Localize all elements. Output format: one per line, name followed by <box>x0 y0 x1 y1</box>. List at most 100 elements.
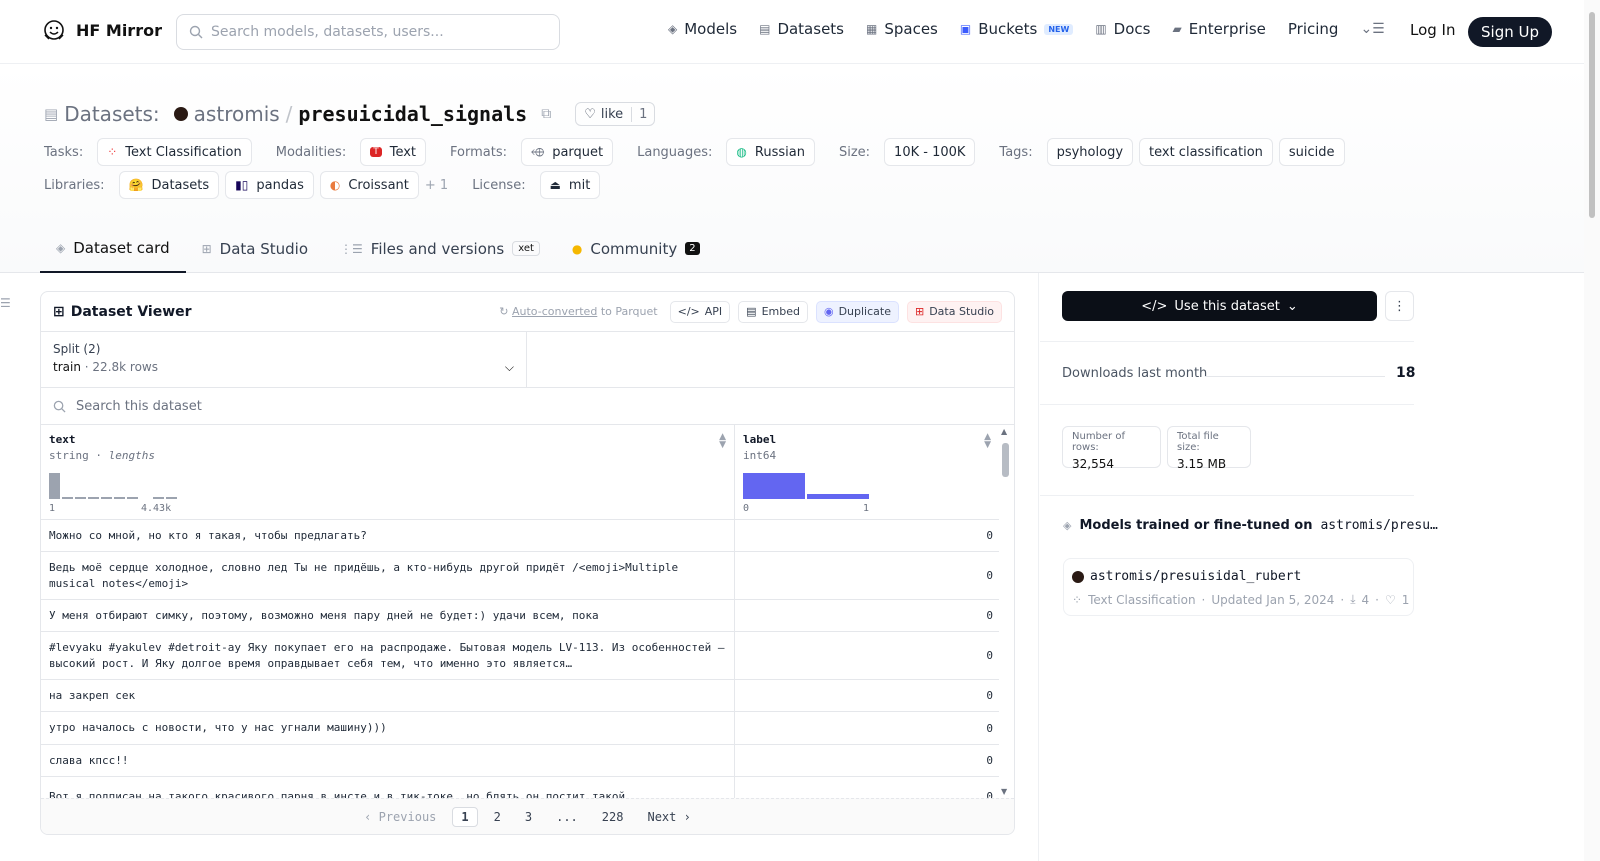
tag-format[interactable]: ⬲ parquet <box>520 138 614 166</box>
split-selector[interactable]: Split (2) train · 22.8k rows ⌵ <box>41 332 527 387</box>
nav-docs[interactable]: ▥ Docs <box>1095 20 1150 38</box>
embed-icon: ▤ <box>746 305 757 318</box>
duplicate-button[interactable]: ◉ Duplicate <box>815 300 899 323</box>
table-row[interactable]: #levyaku #yakulev #detroit-ay Яку покупа… <box>41 632 999 680</box>
cell-text: утро началось с новости, что у нас угнал… <box>49 721 387 734</box>
nav-models[interactable]: ◈ Models <box>668 20 737 38</box>
pager-page[interactable]: 1 <box>452 806 478 827</box>
nav-pricing[interactable]: Pricing <box>1288 20 1339 38</box>
tag-library-label: pandas <box>256 177 304 193</box>
like-count: 1 <box>631 106 654 122</box>
tab-files[interactable]: ⋮☰ Files and versions xet <box>324 224 556 273</box>
copy-icon[interactable]: ⧉ <box>541 106 551 122</box>
tab-community[interactable]: ● Community 2 <box>556 224 716 273</box>
histogram-bar[interactable] <box>127 496 138 499</box>
tab-data-studio[interactable]: ⊞ Data Studio <box>186 224 324 273</box>
nav-spaces[interactable]: ▦ Spaces <box>866 20 938 38</box>
community-icon: ● <box>571 241 583 256</box>
histogram-bar[interactable] <box>88 496 99 499</box>
table-row[interactable]: Можно со мной, но кто я такая, чтобы пре… <box>41 520 999 552</box>
histogram-bar[interactable] <box>62 496 73 499</box>
pager-page[interactable]: 2 <box>486 808 509 826</box>
tag-library[interactable]: ▮▯ pandas <box>225 171 314 199</box>
table-row[interactable]: слава кпсс!! 0 <box>41 745 999 777</box>
owner-avatar <box>173 107 188 121</box>
pager-previous[interactable]: ‹ Previous <box>356 808 444 826</box>
tab-community-label: Community <box>590 239 678 258</box>
api-button[interactable]: </> API <box>669 300 731 323</box>
stat-label: Number of rows: <box>1072 431 1125 453</box>
stat-label: Total file size: <box>1177 431 1219 453</box>
table-row[interactable]: Ведь моё сердце холодное, словно лед Ты … <box>41 552 999 600</box>
sidebar-toggle-icon[interactable]: ☰ <box>0 296 11 310</box>
repo-owner[interactable]: astromis <box>194 102 280 126</box>
page-scrollbar-thumb[interactable] <box>1589 12 1595 218</box>
hist-axis-min: 0 <box>743 503 750 514</box>
tag-modality[interactable]: T Text <box>360 138 427 166</box>
scrollbar-thumb[interactable] <box>1002 443 1009 477</box>
repo-name[interactable]: presuicidal_signals <box>298 102 527 126</box>
tag-task[interactable]: ⁘ Text Classification <box>97 138 252 166</box>
tag-language[interactable]: ◍ Russian <box>726 138 815 166</box>
sort-icon[interactable]: ▲ ▼ <box>984 433 991 450</box>
sort-icon[interactable]: ▲ ▼ <box>719 433 726 450</box>
repo-kind[interactable]: Datasets: <box>64 102 159 126</box>
nav-datasets[interactable]: ▤ Datasets <box>759 20 844 38</box>
tag-license[interactable]: ⏏ mit <box>539 171 601 199</box>
login-link[interactable]: Log In <box>1410 21 1456 39</box>
scroll-down-icon[interactable]: ▼ <box>1001 787 1007 796</box>
tag-size[interactable]: 10K - 100K <box>884 138 976 166</box>
nav-more[interactable]: ⌄☰ <box>1360 21 1384 37</box>
column-header-text[interactable]: text string · lengths ▲ ▼ 1 4.43k <box>41 425 735 520</box>
model-card[interactable]: astromis/presuisidal_rubert ⁘ Text Class… <box>1063 558 1414 616</box>
nav-buckets[interactable]: ▣ Buckets NEW <box>960 20 1074 38</box>
like-button[interactable]: ♡ like 1 <box>575 102 656 126</box>
histogram-bar[interactable] <box>807 494 869 499</box>
histogram-bar[interactable] <box>166 496 177 499</box>
pager-page[interactable]: 3 <box>517 808 540 826</box>
histogram-bar[interactable] <box>75 496 86 499</box>
table-row[interactable]: Вот я подписан на такого красивого парня… <box>41 777 999 798</box>
more-options-button[interactable]: ⋮ <box>1385 291 1414 321</box>
brand[interactable]: HF Mirror <box>42 18 162 42</box>
table-row[interactable]: на закреп сек 0 <box>41 680 999 712</box>
column-header-label[interactable]: label int64 ▲ ▼ 0 1 <box>735 425 999 520</box>
histogram-bar[interactable] <box>114 496 125 499</box>
embed-button[interactable]: ▤ Embed <box>738 300 808 323</box>
tag-item[interactable]: psyhology <box>1046 138 1134 166</box>
pager-page[interactable]: 228 <box>594 808 632 826</box>
nav-enterprise-label: Enterprise <box>1188 20 1266 38</box>
cell-label: 0 <box>986 569 993 582</box>
nav-models-label: Models <box>684 20 738 38</box>
tag-item-label: suicide <box>1288 144 1335 160</box>
model-updated: Updated Jan 5, 2024 <box>1211 592 1335 607</box>
nav-enterprise[interactable]: ▰ Enterprise <box>1172 20 1265 38</box>
dataset-search-input[interactable] <box>76 398 476 414</box>
global-search[interactable] <box>176 14 560 50</box>
histogram-bar[interactable] <box>743 473 805 499</box>
histogram-bar[interactable] <box>153 496 164 499</box>
tab-dataset-card[interactable]: ◈ Dataset card <box>40 224 186 273</box>
histogram-bar[interactable] <box>49 473 60 499</box>
auto-converted-link[interactable]: Auto-converted <box>512 305 597 318</box>
pager-next[interactable]: Next › <box>639 808 698 826</box>
histogram-bar[interactable] <box>101 496 112 499</box>
column-name: label <box>743 433 777 446</box>
tag-library[interactable]: 🤗 Datasets <box>118 171 220 199</box>
model-likes: 1 <box>1401 592 1410 607</box>
globe-icon: ◍ <box>736 145 747 159</box>
tag-library[interactable]: ◐ Croissant <box>319 171 419 199</box>
page-scrollbar[interactable] <box>1584 0 1600 861</box>
signup-button[interactable]: Sign Up <box>1468 17 1552 47</box>
scroll-up-icon[interactable]: ▲ <box>1001 427 1007 436</box>
dataset-search[interactable] <box>41 388 1014 425</box>
tag-item[interactable]: text classification <box>1139 138 1273 166</box>
data-studio-button[interactable]: ⊞ Data Studio <box>906 300 1002 323</box>
table-scrollbar[interactable]: ▲ ▼ <box>999 425 1011 798</box>
libraries-more[interactable]: + 1 <box>425 178 448 193</box>
table-row[interactable]: утро началось с новости, что у нас угнал… <box>41 712 999 745</box>
tag-item[interactable]: suicide <box>1278 138 1345 166</box>
table-row[interactable]: У меня отбирают симку, поэтому, возможно… <box>41 600 999 632</box>
global-search-input[interactable] <box>211 24 541 40</box>
use-dataset-button[interactable]: </> Use this dataset ⌄ <box>1062 291 1377 321</box>
